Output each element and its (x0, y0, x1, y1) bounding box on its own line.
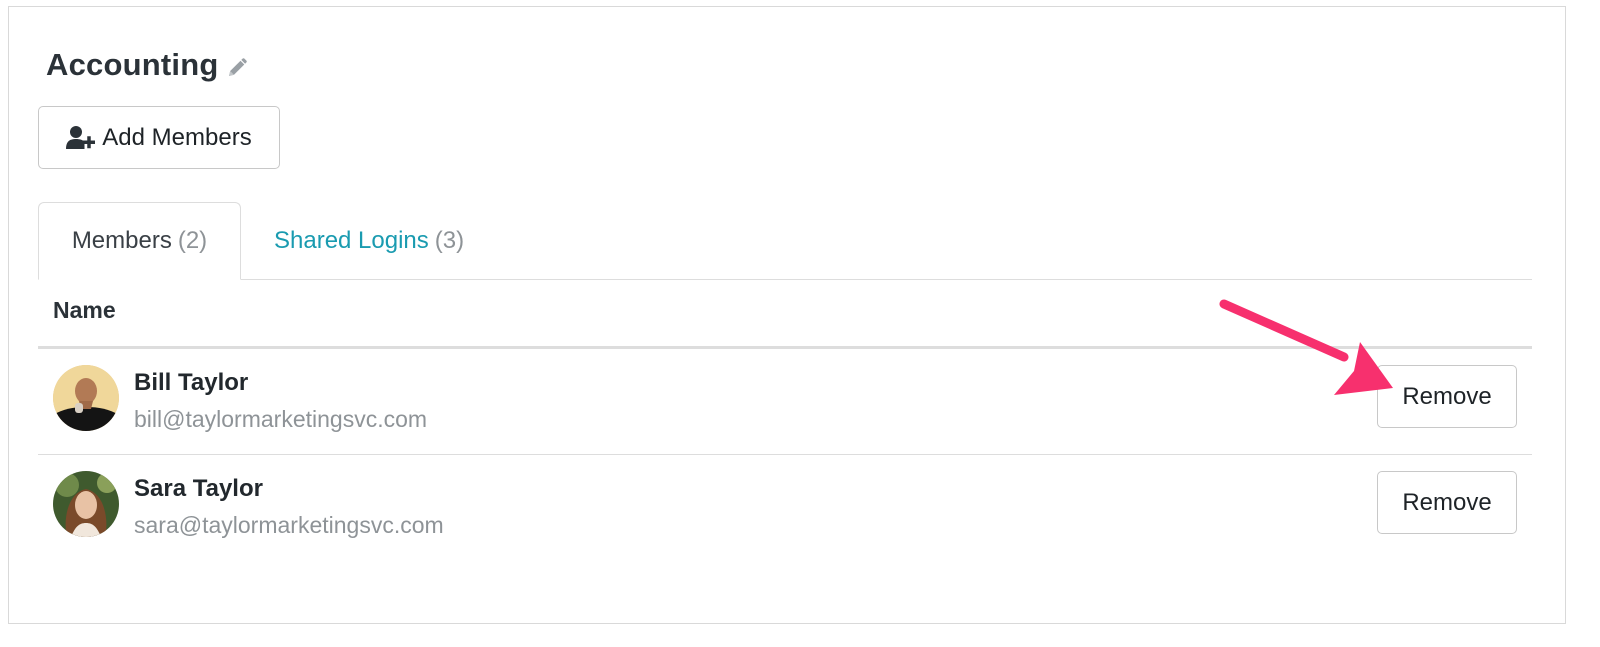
avatar (53, 471, 119, 537)
member-name: Bill Taylor (134, 369, 249, 396)
column-header-name: Name (53, 297, 116, 323)
tab-shared-logins-label: Shared Logins (274, 227, 429, 254)
tab-bar: Members (2) Shared Logins (3) (38, 202, 1532, 280)
title-row: Accounting (46, 47, 249, 83)
user-plus-icon (66, 125, 96, 151)
table-row: Sara Taylor sara@taylormarketingsvc.com … (38, 455, 1532, 561)
remove-button[interactable]: Remove (1377, 365, 1517, 428)
group-panel: Accounting Add Members Members (2) Share… (8, 6, 1566, 624)
add-members-button[interactable]: Add Members (38, 106, 280, 169)
add-members-label: Add Members (102, 123, 252, 151)
member-name: Sara Taylor (134, 475, 263, 502)
tab-shared-logins[interactable]: Shared Logins (3) (274, 202, 464, 280)
member-email: sara@taylormarketingsvc.com (134, 512, 444, 538)
tab-members-count: (2) (177, 227, 208, 254)
member-email: bill@taylormarketingsvc.com (134, 406, 428, 432)
tab-shared-logins-count: (3) (434, 227, 465, 254)
pencil-icon[interactable] (225, 56, 249, 80)
tab-members[interactable]: Members (2) (38, 202, 241, 280)
avatar (53, 365, 119, 431)
table-row: Bill Taylor bill@taylormarketingsvc.com … (38, 349, 1532, 455)
page-title: Accounting (46, 47, 219, 82)
tab-members-label: Members (71, 227, 172, 254)
remove-button[interactable]: Remove (1377, 471, 1517, 534)
